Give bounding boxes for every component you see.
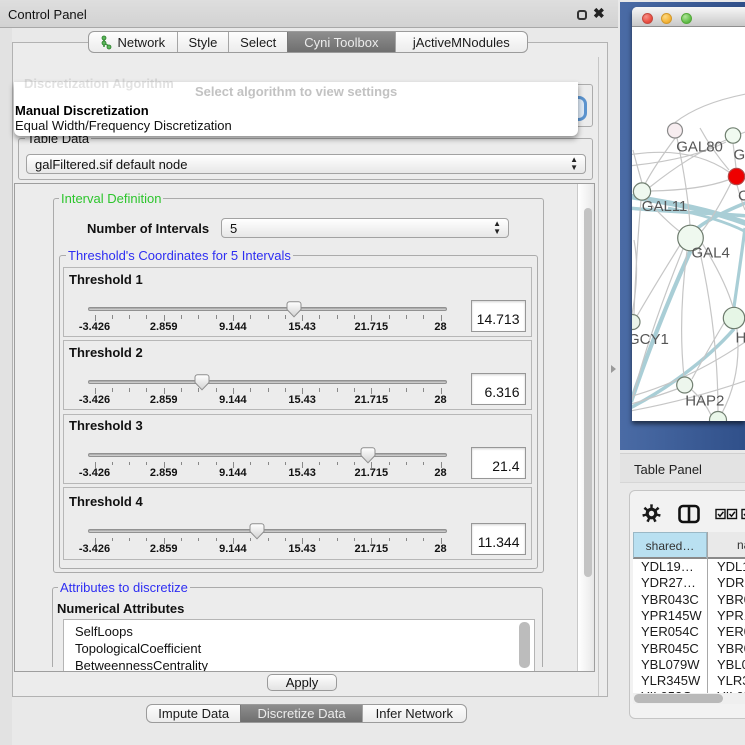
- svg-text:GAL11: GAL11: [642, 198, 688, 215]
- svg-text:GAL4: GAL4: [692, 245, 730, 262]
- svg-text:HAP2: HAP2: [685, 393, 724, 410]
- svg-text:GAL80: GAL80: [676, 139, 723, 156]
- svg-text:HI: HI: [736, 330, 745, 347]
- svg-text:CR: CR: [738, 188, 745, 205]
- svg-text:GAL: GAL: [734, 147, 745, 164]
- svg-text:GCY1: GCY1: [632, 331, 669, 348]
